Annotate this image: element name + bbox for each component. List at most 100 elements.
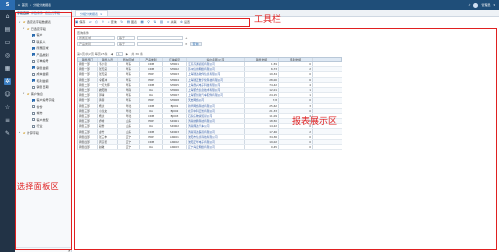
filter-field-select-1[interactable]: 所属区域 [77, 36, 115, 41]
filter-value-input-2[interactable] [137, 41, 183, 46]
chevron-down-icon[interactable]: ▾ [493, 3, 495, 7]
tree-node-label: 选定表字段数据表 [26, 20, 51, 25]
toolbar-button-filter[interactable]: ⚲ [147, 20, 150, 24]
tree-node[interactable]: ▸ ▰ 计算字段 [17, 130, 70, 137]
toolbar-button-chart[interactable]: ▤ 图表 [127, 20, 137, 24]
field-checkbox[interactable] [32, 105, 35, 109]
refresh-icon: ↻ [120, 20, 124, 24]
tree-node-label: 已选定字段 [30, 26, 46, 31]
resize-handle-icon[interactable]: ◢ [68, 248, 70, 252]
table-row[interactable]: 销售四部 赵敏 辽宁 OA LN003 辽宁海宏网络有限公司 0,45 0 [77, 145, 342, 151]
filter-value-input-1[interactable] [137, 36, 183, 41]
bell-icon[interactable]: ♪ [469, 3, 471, 7]
table-cell: 济南翔达汽车公司 [187, 124, 245, 129]
field-checkbox[interactable] [32, 72, 35, 76]
filter-panel: 查询条件 所属区域 等于 + 产品类别 等于 ✕ 查询 [77, 30, 277, 47]
toolbar-button-sort[interactable]: ⇅ [153, 20, 156, 24]
column-header[interactable]: 客户名称/公司 [187, 58, 245, 61]
table-cell: 销售四部 [78, 139, 98, 144]
breadcrumb-home[interactable]: 首页 [22, 3, 28, 7]
field-checkbox[interactable] [32, 124, 35, 128]
add-condition-button[interactable]: + [185, 36, 188, 40]
database-icon[interactable]: ◎ [4, 52, 11, 59]
folder-icon: ▰ [27, 91, 30, 96]
panel-tab-2[interactable]: 表达式字段 [45, 11, 60, 15]
filter-title: 查询条件 [77, 30, 90, 35]
page-number-input[interactable]: 1 [115, 51, 123, 56]
toolbar-button-link[interactable]: ∞ 关联 [167, 20, 177, 24]
expand-caret-icon[interactable]: ▾ [23, 92, 26, 95]
folder-icon: ▰ [23, 20, 26, 25]
toolbar-button-export[interactable]: ⇪ [101, 20, 104, 24]
run-query-button[interactable]: 查询 [189, 41, 202, 46]
toolbar-button-print[interactable]: ⎙ [95, 20, 98, 24]
toolbar-button-label: 关联 [170, 20, 177, 24]
panel-tab-1[interactable]: 参数条件 [31, 11, 43, 15]
toolbar-button-grid[interactable]: ▦ [141, 20, 144, 24]
field-checkbox[interactable] [32, 118, 35, 122]
tool-icon[interactable]: ✎ [4, 130, 11, 137]
tab-report[interactable]: 分组分类报表 × [75, 10, 108, 16]
column-header[interactable]: 销售金额 [245, 58, 279, 61]
user-name[interactable]: 管理员 [481, 3, 490, 7]
folder-icon[interactable]: ▭ [4, 39, 11, 46]
column-header[interactable]: 所在区域 [118, 58, 140, 61]
column-header[interactable]: 毛利金额 [279, 58, 313, 61]
filter-operator-select-2[interactable]: 等于 [117, 41, 135, 46]
column-header[interactable]: 销售部门 [78, 58, 98, 61]
filter-operator-select-1[interactable]: 等于 [117, 36, 135, 41]
field-checkbox[interactable] [32, 111, 35, 115]
table-cell: SD001 [163, 119, 187, 124]
filter-field-select-2[interactable]: 产品类别 [77, 41, 115, 46]
user-icon[interactable]: ☺ [4, 91, 11, 98]
toolbar-button-query[interactable]: ⌕ 查询 [108, 20, 117, 24]
panel-tab-0[interactable]: 字段选择 [17, 11, 29, 15]
home-icon[interactable]: ⌂ [4, 13, 11, 20]
field-checkbox[interactable] [32, 53, 35, 57]
toolbar-button-setting[interactable]: ✲ 设置 [180, 20, 190, 24]
chart-icon[interactable]: ▤ [4, 26, 11, 33]
toolbar-button-group[interactable]: ▥ [160, 20, 163, 24]
field-checkbox[interactable] [32, 33, 35, 37]
field-checkbox[interactable] [32, 85, 35, 89]
expand-caret-icon[interactable]: ▸ [19, 131, 22, 134]
expand-caret-icon[interactable]: ▾ [19, 21, 22, 24]
table-cell: 华北 [118, 108, 140, 113]
avatar[interactable] [473, 2, 479, 8]
field-checkbox[interactable] [32, 98, 35, 102]
column-header[interactable]: 销售人员 [98, 58, 118, 61]
toolbar-button-save[interactable]: ▣ 保存 [75, 20, 85, 24]
field-checkbox[interactable] [32, 40, 35, 44]
grid-icon: ▦ [140, 20, 144, 24]
next-page-button[interactable]: ▶ [126, 52, 128, 56]
table-cell: 辽宁 [118, 134, 140, 139]
table-cell: 新华网络科技有限公司 [187, 103, 245, 108]
list-icon[interactable]: ≡ [4, 117, 11, 124]
sort-icon: ⇅ [153, 20, 157, 24]
column-header[interactable]: 订单编号 [163, 58, 187, 61]
breadcrumb-current: 分组分类报表 [33, 3, 52, 7]
field-checkbox[interactable] [32, 46, 35, 50]
field-checkbox[interactable] [32, 59, 35, 63]
selection-panel: 字段选择 参数条件 表达式字段 ▾ ▰ 选定表字段数据表 ▾ ▰ 已选定字段 客户 联系人 所属区域… [15, 10, 72, 252]
tab-report-label: 分组分类报表 [80, 11, 99, 16]
remove-condition-icon[interactable]: ✕ [185, 42, 188, 46]
table-cell: 苏州信用网络有限公司 [187, 67, 245, 72]
app-logo[interactable]: S [0, 0, 15, 10]
column-header[interactable]: 产品类别 [140, 58, 163, 61]
table-cell: 6,73 [245, 67, 279, 72]
field-checkbox[interactable] [32, 79, 35, 83]
table-cell: OA [140, 93, 163, 98]
prev-page-button[interactable]: ◀ [111, 52, 113, 56]
star-icon[interactable]: ☆ [4, 104, 11, 111]
home-icon[interactable]: ⌂ [18, 3, 20, 7]
expand-caret-icon[interactable]: ▾ [23, 27, 26, 30]
table-cell: 欧阳锋 [98, 87, 118, 93]
toolbar-button-refresh[interactable]: ↻ [120, 20, 123, 24]
gear-icon[interactable]: ✲ [4, 78, 11, 85]
close-icon[interactable]: × [100, 12, 103, 16]
field-checkbox[interactable] [32, 66, 35, 70]
report-icon[interactable]: ▦ [4, 65, 11, 72]
table-cell: SH002 [163, 67, 187, 72]
toolbar-button-open[interactable]: ▱ [89, 20, 92, 24]
